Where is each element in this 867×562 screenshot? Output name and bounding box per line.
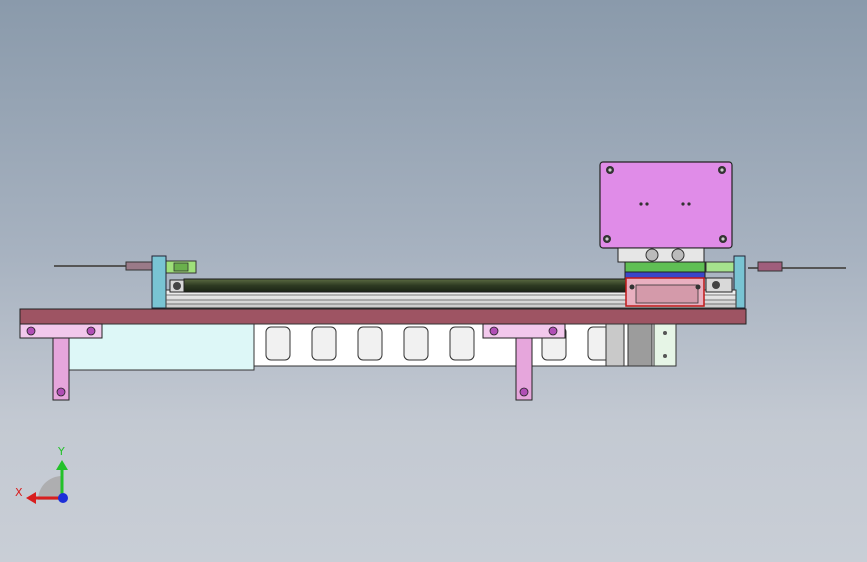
motor-coupler <box>617 247 705 263</box>
screw-support-right <box>705 277 733 293</box>
cad-viewport[interactable]: Y X <box>0 0 867 562</box>
ball-screw <box>183 278 631 293</box>
left-end-block <box>151 255 167 309</box>
proximity-sensor-right <box>705 261 846 273</box>
coordinate-triad: Y X <box>15 445 68 504</box>
axis-label-x: X <box>15 486 23 499</box>
screw-support-left <box>169 279 185 293</box>
axis-label-y: Y <box>57 445 65 458</box>
cable-chain <box>253 323 677 367</box>
proximity-sensor-left <box>54 260 197 274</box>
stepper-motor <box>599 161 733 249</box>
linear-carriage <box>624 261 706 307</box>
base-plate <box>19 308 747 325</box>
